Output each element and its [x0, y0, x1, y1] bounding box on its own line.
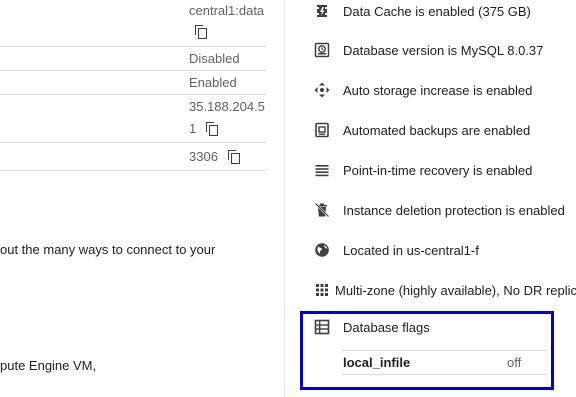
grid-icon: [300, 280, 330, 300]
config-label: Automated backups are enabled: [343, 122, 531, 138]
database-version-icon: [300, 40, 338, 60]
config-database-version: Database version is MySQL 8.0.37: [300, 40, 576, 60]
row-divider: [0, 142, 266, 143]
row-divider: [0, 94, 266, 95]
port-number: 3306: [189, 149, 218, 164]
config-auto-storage: Auto storage increase is enabled: [300, 80, 576, 100]
config-label: Instance deletion protection is enabled: [343, 202, 565, 218]
delete-protection-icon: [300, 200, 338, 220]
copy-icon[interactable]: [206, 122, 220, 136]
ip-address-suffix: 1: [189, 121, 197, 136]
globe-icon: [300, 240, 338, 260]
database-flags-highlight-box: [300, 311, 554, 390]
config-label: Multi-zone (highly available), No DR rep…: [335, 282, 576, 298]
private-ip-status: Enabled: [189, 75, 237, 90]
row-divider: [0, 170, 266, 171]
auto-storage-icon: [300, 80, 338, 100]
copy-icon[interactable]: [195, 25, 209, 39]
compute-engine-paragraph: pute Engine VM,: [0, 358, 97, 373]
copy-icon[interactable]: [227, 150, 242, 164]
port-value: 3306: [189, 149, 242, 165]
config-label: Auto storage increase is enabled: [343, 82, 533, 98]
config-availability: Multi-zone (highly available), No DR rep…: [300, 280, 576, 300]
connect-paragraph: out the many ways to connect to your: [0, 242, 216, 257]
connection-name-value: central1:data: [189, 3, 265, 18]
config-location: Located in us-central1-f: [300, 240, 576, 260]
config-label: Point-in-time recovery is enabled: [343, 162, 533, 178]
backup-icon: [300, 120, 338, 140]
panel-divider: [284, 0, 285, 397]
config-label: Database version is MySQL 8.0.37: [343, 42, 544, 58]
row-divider: [0, 46, 266, 47]
ip-address-line1: 35.188.204.5: [189, 99, 265, 114]
config-label: Data Cache is enabled (375 GB): [343, 3, 531, 19]
config-data-cache: Data Cache is enabled (375 GB): [300, 1, 576, 21]
config-deletion-protection: Instance deletion protection is enabled: [300, 200, 576, 220]
config-pitr: Point-in-time recovery is enabled: [300, 160, 576, 180]
connections-panel: central1:data Disabled Enabled 35.188.20…: [0, 0, 268, 397]
public-ip-status: Disabled: [189, 51, 240, 66]
row-divider: [0, 70, 266, 71]
ip-address-line2: 1: [189, 121, 220, 137]
list-icon: [300, 160, 338, 180]
connection-name-copy: [189, 24, 209, 40]
config-backups: Automated backups are enabled: [300, 120, 576, 140]
config-label: Located in us-central1-f: [343, 242, 479, 258]
data-cache-icon: [300, 1, 338, 21]
